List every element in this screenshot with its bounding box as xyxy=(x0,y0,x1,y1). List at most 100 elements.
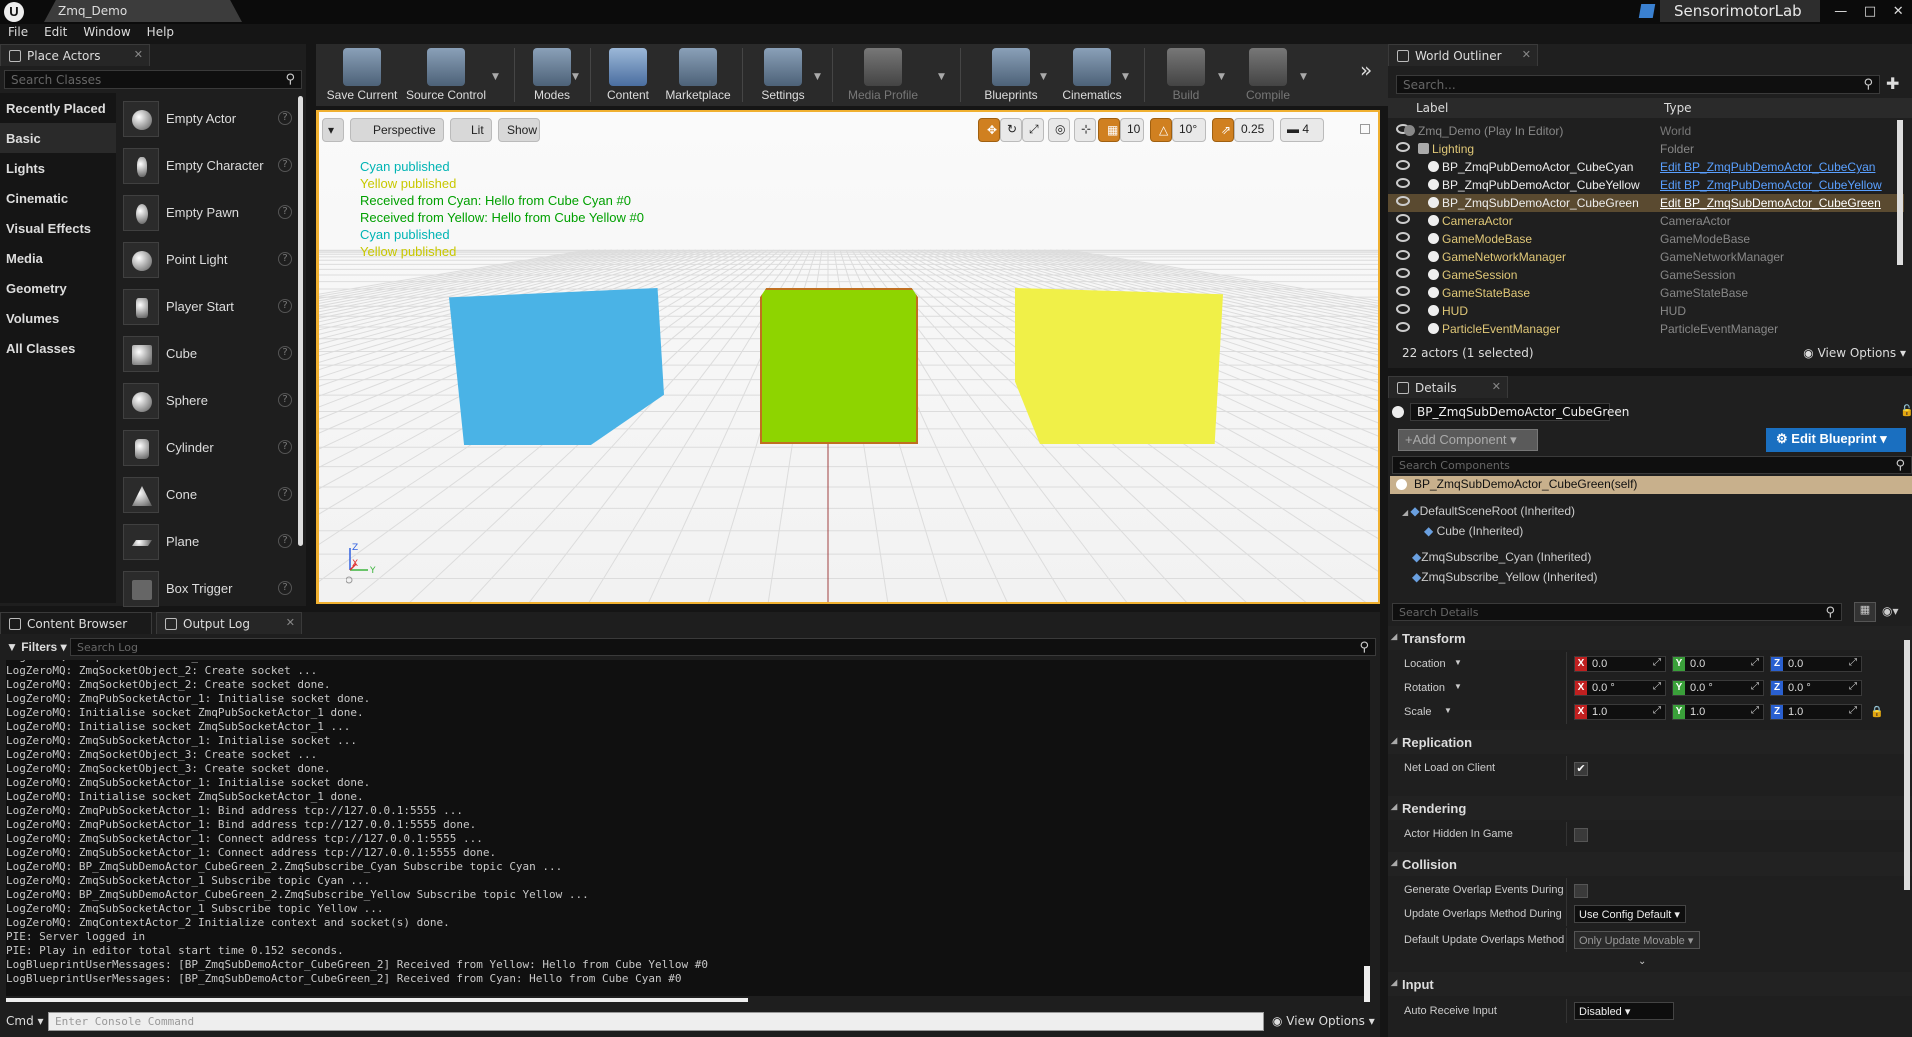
maximize-button[interactable]: □ xyxy=(1864,4,1876,19)
scale-snap-icon[interactable]: ⇗ xyxy=(1212,118,1234,142)
section-transform[interactable]: Transform xyxy=(1388,626,1912,650)
tab-details[interactable]: Details ✕ xyxy=(1388,376,1508,398)
eye-icon[interactable] xyxy=(1396,160,1410,170)
camera-speed-button[interactable]: ▬ 4 xyxy=(1280,118,1324,142)
scale-y-field[interactable]: Y 1.0 ⤢ xyxy=(1672,704,1764,720)
eye-icon[interactable] xyxy=(1396,286,1410,296)
outliner-search-input[interactable]: Search... ⚲ xyxy=(1396,75,1880,94)
lock-icon[interactable]: 🔓 xyxy=(1900,404,1912,417)
edit-blueprint-link[interactable]: Edit BP_ZmqPubDemoActor_CubeYellow xyxy=(1660,178,1882,192)
location-z-field[interactable]: Z 0.0 ⤢ xyxy=(1770,656,1862,672)
generate-overlap-checkbox[interactable] xyxy=(1574,884,1588,898)
category-media[interactable]: Media xyxy=(0,243,116,273)
close-button[interactable]: ✕ xyxy=(1893,4,1904,19)
scale-x-field[interactable]: X 1.0 ⤢ xyxy=(1574,704,1666,720)
eye-icon[interactable] xyxy=(1396,196,1410,206)
help-icon[interactable]: ? xyxy=(278,487,292,501)
outliner-row[interactable]: CameraActor CameraActor xyxy=(1388,212,1904,230)
actor-sphere[interactable]: Sphere? xyxy=(118,378,298,425)
outliner-row[interactable]: GameStateBase GameStateBase xyxy=(1388,284,1904,302)
menu-window[interactable]: Window xyxy=(83,25,130,44)
close-tab-icon[interactable]: ✕ xyxy=(134,48,143,61)
settings-dropdown-icon[interactable]: ▼ xyxy=(814,72,821,82)
category-recently-placed[interactable]: Recently Placed xyxy=(0,93,116,123)
compile-dropdown-icon[interactable]: ▼ xyxy=(1300,72,1307,82)
media-profile-button[interactable]: Media Profile xyxy=(840,44,926,106)
rotation-y-field[interactable]: Y 0.0 ° ⤢ xyxy=(1672,680,1764,696)
rotation-snap-icon[interactable]: △ xyxy=(1150,118,1172,142)
outliner-row[interactable]: ParticleEventManager ParticleEventManager xyxy=(1388,320,1904,338)
eye-icon[interactable] xyxy=(1396,142,1410,152)
help-icon[interactable]: ? xyxy=(278,346,292,360)
surface-snap-icon[interactable]: ⊹ xyxy=(1074,118,1096,142)
component-self-row[interactable]: BP_ZmqSubDemoActor_CubeGreen(self) xyxy=(1390,476,1912,494)
menu-edit[interactable]: Edit xyxy=(44,25,67,44)
cube-yellow-actor[interactable] xyxy=(1015,288,1223,444)
default-update-combo[interactable]: Only Update Movable ▾ xyxy=(1574,931,1700,949)
section-input[interactable]: Input xyxy=(1388,972,1912,996)
details-scrollbar[interactable] xyxy=(1904,640,1910,890)
tab-world-outliner[interactable]: World Outliner ✕ xyxy=(1388,44,1538,66)
scale-mode-icon[interactable]: ⤢ xyxy=(1022,118,1044,142)
lock-scale-icon[interactable]: 🔒 xyxy=(1870,705,1884,718)
show-button[interactable]: Show xyxy=(498,118,540,142)
document-tab[interactable]: Zmq_Demo xyxy=(44,0,242,22)
settings-button[interactable]: Settings xyxy=(750,44,816,106)
actor-hidden-checkbox[interactable] xyxy=(1574,828,1588,842)
expand-advanced-icon[interactable]: ⌄ xyxy=(1638,956,1646,967)
eye-icon[interactable] xyxy=(1396,250,1410,260)
section-replication[interactable]: Replication xyxy=(1388,730,1912,754)
source-control-button[interactable]: Source Control xyxy=(404,44,488,106)
actor-cylinder[interactable]: Cylinder? xyxy=(118,425,298,472)
component-zmq-subscribe-yellow[interactable]: ◆ZmqSubscribe_Yellow (Inherited) xyxy=(1412,570,1598,584)
category-all-classes[interactable]: All Classes xyxy=(0,333,116,363)
tab-output-log[interactable]: Output Log ✕ xyxy=(156,612,302,634)
help-icon[interactable]: ? xyxy=(278,299,292,313)
help-icon[interactable]: ? xyxy=(278,252,292,266)
help-icon[interactable]: ? xyxy=(278,111,292,125)
cinematics-button[interactable]: Cinematics xyxy=(1056,44,1128,106)
component-cube[interactable]: ◆ Cube (Inherited) xyxy=(1424,524,1523,538)
translate-mode-icon[interactable]: ✥ xyxy=(978,118,1000,142)
outliner-view-options[interactable]: ◉ View Options ▾ xyxy=(1803,346,1906,360)
outliner-row[interactable]: GameNetworkManager GameNetworkManager xyxy=(1388,248,1904,266)
rotation-snap-value[interactable]: 10° xyxy=(1172,118,1206,142)
log-view-options[interactable]: ◉ View Options ▾ xyxy=(1272,1014,1375,1028)
compile-button[interactable]: Compile xyxy=(1234,44,1302,106)
filters-button[interactable]: ▼ Filters ▾ xyxy=(6,640,67,654)
log-output[interactable]: LogZeroMQ: ZmqPubSocketActor_1: Initiali… xyxy=(6,660,1370,996)
rotation-z-field[interactable]: Z 0.0 ° ⤢ xyxy=(1770,680,1862,696)
menu-help[interactable]: Help xyxy=(147,25,174,44)
category-cinematic[interactable]: Cinematic xyxy=(0,183,116,213)
source-control-status-icon[interactable] xyxy=(1638,4,1656,18)
marketplace-button[interactable]: Marketplace xyxy=(662,44,734,106)
close-tab-icon[interactable]: ✕ xyxy=(1492,380,1501,393)
help-icon[interactable]: ? xyxy=(278,581,292,595)
blueprints-dropdown-icon[interactable]: ▼ xyxy=(1040,72,1047,82)
section-collision[interactable]: Collision xyxy=(1388,852,1912,876)
outliner-row[interactable]: BP_ZmqPubDemoActor_CubeCyan Edit BP_ZmqPu… xyxy=(1388,158,1904,176)
world-local-icon[interactable]: ◎ xyxy=(1048,118,1070,142)
update-overlaps-combo[interactable]: Use Config Default ▾ xyxy=(1574,905,1686,923)
outliner-row[interactable]: GameModeBase GameModeBase xyxy=(1388,230,1904,248)
location-y-field[interactable]: Y 0.0 ⤢ xyxy=(1672,656,1764,672)
actor-plane[interactable]: Plane? xyxy=(118,519,298,566)
component-zmq-subscribe-cyan[interactable]: ◆ZmqSubscribe_Cyan (Inherited) xyxy=(1412,550,1591,564)
outliner-add-icon[interactable]: ✚ xyxy=(1886,74,1906,94)
outliner-row[interactable]: GameSession GameSession xyxy=(1388,266,1904,284)
outliner-row[interactable]: Zmq_Demo (Play In Editor) World xyxy=(1388,122,1904,140)
edit-blueprint-link[interactable]: Edit BP_ZmqPubDemoActor_CubeCyan xyxy=(1660,160,1875,174)
actor-player-start[interactable]: Player Start? xyxy=(118,284,298,331)
cinematics-dropdown-icon[interactable]: ▼ xyxy=(1122,72,1129,82)
console-command-input[interactable]: Enter Console Command xyxy=(48,1012,1264,1031)
maximize-viewport-icon[interactable] xyxy=(1360,124,1370,134)
content-button[interactable]: Content xyxy=(598,44,658,106)
net-load-checkbox[interactable]: ✔ xyxy=(1574,762,1588,776)
location-label[interactable]: Location xyxy=(1404,658,1446,670)
modes-dropdown-icon[interactable]: ▼ xyxy=(572,72,579,82)
eye-icon[interactable] xyxy=(1396,178,1410,188)
viewport-options-button[interactable]: ▾ xyxy=(322,118,344,142)
category-geometry[interactable]: Geometry xyxy=(0,273,116,303)
eye-icon[interactable] xyxy=(1396,322,1410,332)
actor-empty-actor[interactable]: Empty Actor? xyxy=(118,96,298,143)
